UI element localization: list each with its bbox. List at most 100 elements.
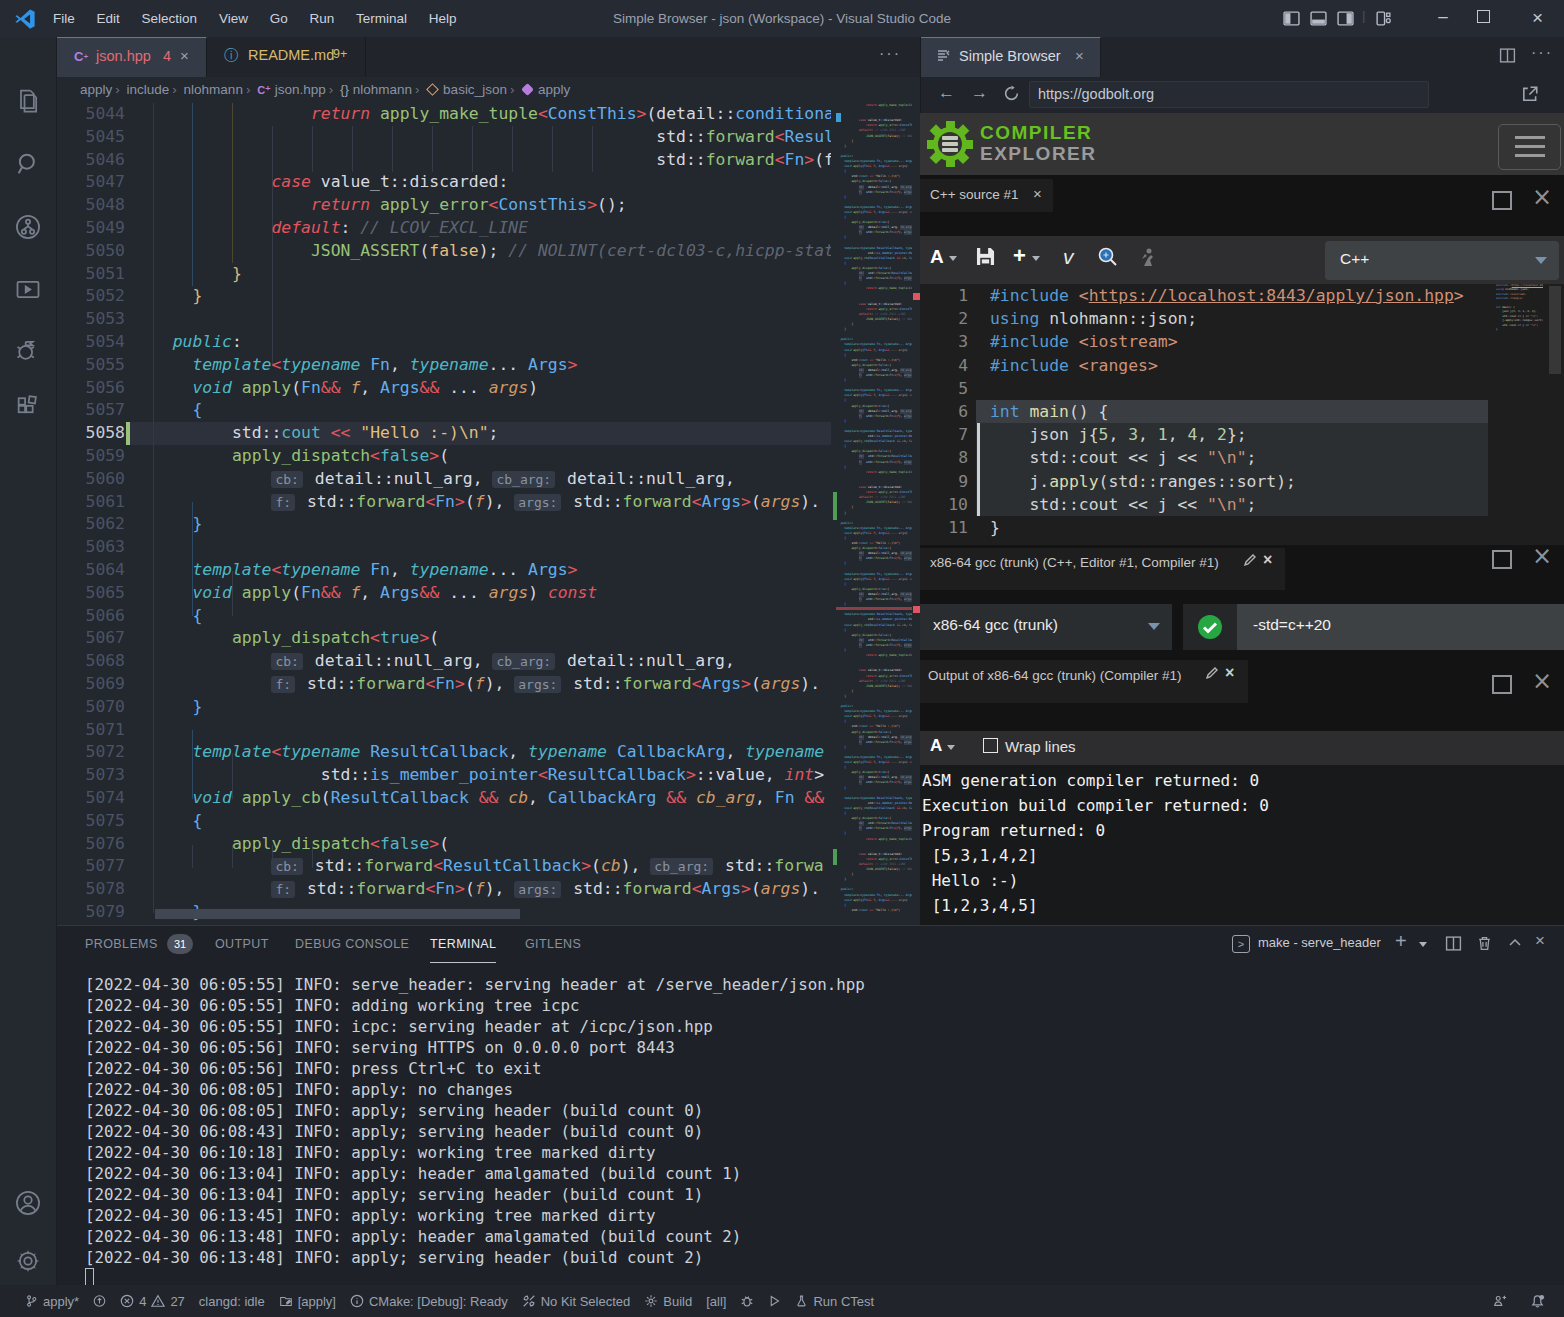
notifications-bell-icon[interactable] — [1530, 1294, 1545, 1309]
tab-gitlens[interactable]: GITLENS — [525, 926, 581, 962]
new-terminal-icon[interactable]: + — [1395, 930, 1407, 953]
close-icon[interactable]: × — [1033, 185, 1042, 202]
build-button[interactable]: Build — [637, 1285, 699, 1317]
tab-json-hpp[interactable]: C⁺ json.hpp 4 × — [57, 37, 207, 77]
close-icon[interactable]: × — [1263, 551, 1272, 569]
layout-panel-icon[interactable] — [1310, 10, 1327, 27]
forward-icon[interactable]: → — [971, 83, 988, 103]
tab-problems[interactable]: PROBLEMS — [85, 926, 158, 962]
ce-compiler-tab[interactable]: x86-64 gcc (trunk) (C++, Editor #1, Comp… — [920, 548, 1285, 590]
terminal-process-label[interactable]: make - serve_header — [1258, 935, 1381, 950]
tab-readme-md[interactable]: ⓘ README.md 9+ — [208, 37, 366, 77]
code-editor[interactable]: 5044504550465047504850495050505150525053… — [57, 103, 920, 925]
tab-simple-browser[interactable]: Simple Browser × — [921, 37, 1101, 77]
search-icon[interactable] — [14, 150, 42, 178]
git-branch-item[interactable]: apply* — [18, 1285, 86, 1317]
launch-icon[interactable] — [761, 1285, 788, 1317]
close-panel-icon[interactable]: × — [1535, 931, 1545, 951]
explorer-icon[interactable] — [14, 87, 42, 115]
breadcrumb-item[interactable]: nlohmann — [184, 82, 243, 97]
edit-icon[interactable] — [1243, 553, 1257, 567]
edit-icon[interactable] — [1205, 666, 1219, 680]
split-editor-icon[interactable] — [1499, 47, 1516, 64]
customize-layout-icon[interactable] — [1375, 10, 1392, 27]
ce-scrollbar[interactable] — [1549, 286, 1561, 374]
font-size-icon[interactable]: A — [930, 736, 942, 756]
ctest-button[interactable]: Run CTest — [788, 1285, 881, 1317]
ce-close-icon[interactable]: × — [1532, 671, 1552, 693]
more-actions-icon[interactable]: ··· — [1531, 44, 1553, 62]
breadcrumb-item[interactable]: nlohmann — [353, 82, 412, 97]
compiler-select[interactable]: x86-64 gcc (trunk) — [920, 604, 1172, 650]
breadcrumb-item[interactable]: json.hpp — [275, 82, 326, 97]
minimize-button[interactable]: – — [1420, 0, 1466, 34]
layout-sidebar-right-icon[interactable] — [1337, 10, 1354, 27]
add-pane-icon[interactable]: + — [1013, 243, 1026, 269]
code-content[interactable]: return apply_make_tuple<ConstThis>(detai… — [153, 103, 831, 924]
search-compile-icon[interactable] — [1096, 245, 1120, 269]
sync-item[interactable] — [86, 1285, 113, 1317]
ce-maximize-icon[interactable] — [1492, 191, 1512, 214]
close-window-button[interactable]: × — [1532, 0, 1564, 35]
maximize-panel-icon[interactable] — [1507, 935, 1523, 951]
url-input[interactable]: https://godbolt.org — [1029, 81, 1429, 108]
ce-code-content[interactable]: #include <https://localhost:8443/apply/j… — [990, 284, 1488, 539]
problems-item[interactable]: 4 27 — [113, 1285, 192, 1317]
breadcrumb-item[interactable]: basic_json — [443, 82, 507, 97]
breadcrumb-item[interactable]: include — [127, 82, 170, 97]
close-icon[interactable]: × — [1225, 664, 1234, 682]
tab-problem-badge: 9+ — [333, 47, 347, 61]
terminal-dropdown-icon[interactable] — [1419, 942, 1427, 947]
close-icon[interactable]: × — [180, 47, 189, 64]
class-icon — [426, 83, 439, 96]
save-icon[interactable] — [975, 246, 996, 267]
tab-output[interactable]: OUTPUT — [215, 926, 269, 962]
cmake-status-item[interactable]: CMake: [Debug]: Ready — [343, 1285, 515, 1317]
horizontal-scrollbar[interactable] — [155, 909, 520, 919]
cmake-folder-item[interactable]: [apply] — [272, 1285, 343, 1317]
ce-minimap[interactable]: #include <https://localhost:8443/apply/j… — [1496, 284, 1543, 545]
breadcrumb-item[interactable]: apply — [538, 82, 570, 97]
back-icon[interactable]: ← — [938, 83, 955, 103]
account-icon[interactable] — [14, 1189, 42, 1217]
compiler-explorer-page: COMPILER EXPLORER C++ source #1 × × A + … — [920, 113, 1564, 925]
kill-terminal-icon[interactable] — [1476, 934, 1493, 952]
terminal-output[interactable]: [2022-04-30 06:05:55] INFO: serve_header… — [85, 974, 865, 1268]
layout-sidebar-left-icon[interactable] — [1283, 10, 1300, 27]
ce-output-tab[interactable]: Output of x86-64 gcc (trunk) (Compiler #… — [920, 660, 1248, 703]
tab-terminal[interactable]: TERMINAL — [430, 926, 496, 963]
close-icon[interactable]: × — [1075, 47, 1084, 64]
tab-debug-console[interactable]: DEBUG CONSOLE — [295, 926, 409, 962]
ce-close-icon[interactable]: × — [1532, 187, 1552, 209]
breadcrumb: apply› include› nlohmann› C⁺ json.hpp› {… — [57, 77, 920, 103]
font-size-icon[interactable]: A — [930, 246, 944, 268]
ce-maximize-icon[interactable] — [1492, 550, 1512, 573]
run-debug-icon[interactable] — [14, 276, 42, 304]
extensions-icon[interactable] — [14, 393, 42, 421]
build-target[interactable]: [all] — [699, 1285, 733, 1317]
ce-source-tab[interactable]: C++ source #1 × — [920, 179, 1053, 212]
wrap-lines-checkbox[interactable] — [983, 738, 998, 753]
clangd-status[interactable]: clangd: idle — [192, 1285, 272, 1317]
compiler-options-input[interactable]: -std=c++20 — [1237, 604, 1564, 650]
testing-icon[interactable] — [14, 336, 42, 364]
ce-source-editor[interactable]: 1234567891011 #include <https://localhos… — [920, 284, 1564, 545]
settings-gear-icon[interactable] — [14, 1247, 42, 1275]
ce-close-icon[interactable]: × — [1532, 546, 1552, 568]
breadcrumb-item[interactable]: apply — [57, 82, 112, 97]
source-control-icon[interactable] — [14, 213, 42, 241]
editor-actions-more-icon[interactable]: ··· — [879, 45, 901, 63]
ce-maximize-icon[interactable] — [1492, 675, 1512, 698]
open-external-icon[interactable] — [1521, 85, 1539, 103]
feedback-icon[interactable] — [1492, 1294, 1508, 1308]
vim-mode-icon[interactable]: v — [1063, 245, 1074, 269]
minimap[interactable]: return apply_make_tuple<ConstThis>(detai… — [837, 103, 912, 913]
split-terminal-icon[interactable] — [1445, 935, 1462, 952]
cppinsights-icon[interactable] — [1138, 246, 1158, 268]
hamburger-menu-icon[interactable] — [1498, 124, 1561, 170]
language-dropdown[interactable]: C++ — [1325, 241, 1559, 280]
kit-item[interactable]: No Kit Selected — [515, 1285, 638, 1317]
maximize-button[interactable] — [1477, 10, 1490, 23]
reload-icon[interactable] — [1003, 85, 1020, 102]
debug-icon[interactable] — [733, 1285, 761, 1317]
